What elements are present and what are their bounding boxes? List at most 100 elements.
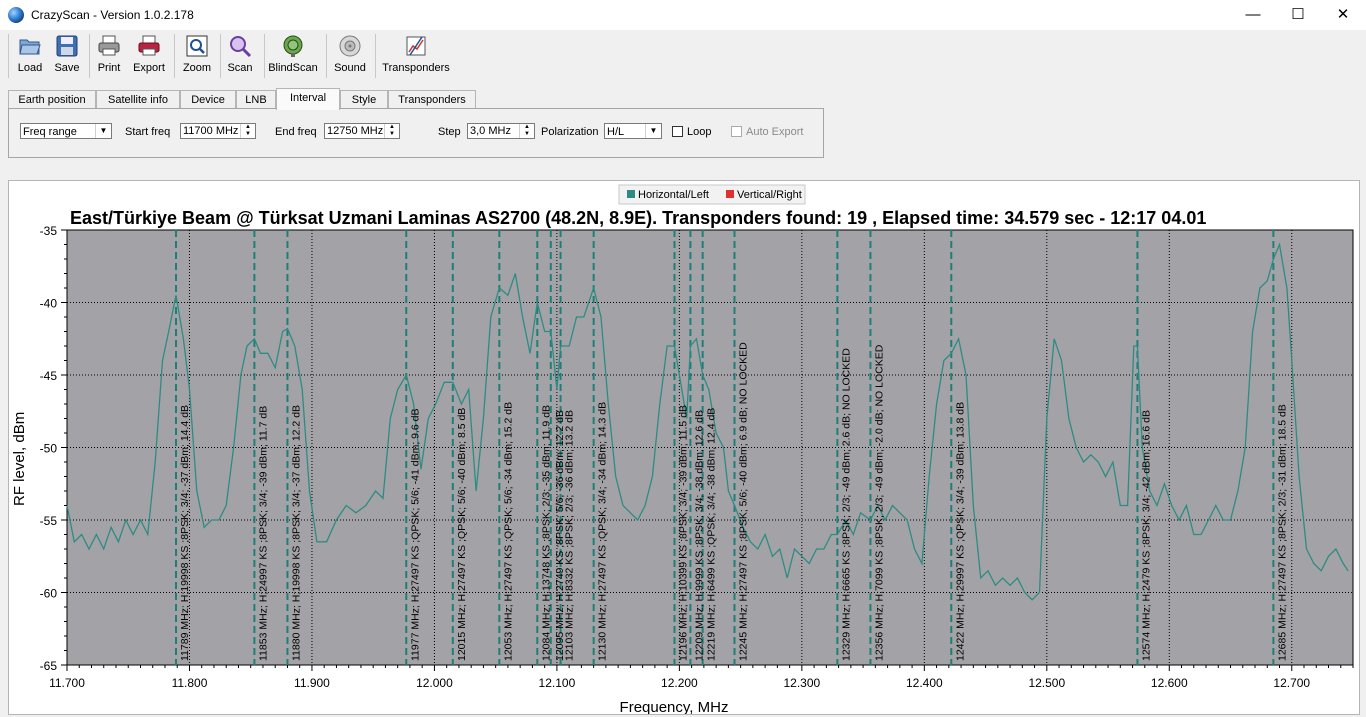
printer-icon (98, 35, 120, 56)
save-button[interactable]: Save (50, 34, 84, 78)
transponder-label: 12130 MHz; H;27497 KS ;QPSK; 3/4; -34 dB… (597, 402, 609, 661)
maximize-button[interactable]: ☐ (1275, 0, 1321, 30)
speaker-icon (339, 35, 361, 57)
spin-arrows-icon[interactable]: ▲ ▼ (519, 124, 534, 138)
tab-transponders[interactable]: Transponders (388, 90, 476, 109)
x-tick-label: 12.100 (539, 676, 576, 690)
x-tick-label: 12.300 (784, 676, 821, 690)
y-tick-label: -55 (40, 514, 58, 528)
load-button[interactable]: Load (12, 34, 48, 78)
spin-arrows-icon[interactable]: ▲ ▼ (240, 124, 255, 138)
y-tick-label: -65 (40, 659, 58, 673)
transponder-label: 12329 MHz; H;6665 KS ;8PSK; 2/3; -49 dBm… (840, 348, 852, 661)
print-button[interactable]: Print (92, 34, 126, 78)
title-bar: CrazyScan - Version 1.0.2.178 — ☐ ✕ (0, 0, 1366, 30)
spectrum-chart: Horizontal/Left Vertical/Right East/Türk… (11, 184, 1354, 716)
legend: Horizontal/Left Vertical/Right (618, 184, 806, 205)
start-freq-value: 11700 MHz (183, 125, 239, 137)
toolbar-separator (174, 34, 175, 78)
end-freq-input[interactable]: 12750 MHz ▲ ▼ (324, 123, 400, 139)
transponder-label: 12015 MHz; H;27497 KS ;QPSK; 5/6; -40 dB… (456, 408, 468, 661)
transponder-label: 12356 MHz; H;7099 KS ;8PSK; 2/3; -49 dBm… (873, 344, 885, 661)
toolbar: Load Save Print Export Zoom Scan BlindSc… (0, 30, 1366, 80)
y-tick-label: -60 (40, 587, 58, 601)
auto-export-label: Auto Export (746, 126, 804, 138)
export-printer-icon (138, 35, 160, 56)
start-freq-input[interactable]: 11700 MHz ▲ ▼ (180, 123, 256, 139)
tab-lnb[interactable]: LNB (236, 90, 276, 109)
x-tick-label: 11.900 (294, 676, 330, 690)
chevron-down-icon: ▼ (95, 124, 111, 138)
legend-horizontal-left[interactable]: Horizontal/Left (638, 189, 709, 201)
loop-label: Loop (687, 126, 712, 138)
toolbar-separator (375, 34, 376, 78)
chevron-down-icon: ▼ (645, 124, 661, 138)
legend-swatch-horizontal (627, 190, 635, 198)
spectrum-chart-panel: Horizontal/Left Vertical/Right East/Türk… (8, 180, 1360, 716)
export-button[interactable]: Export (130, 34, 168, 78)
print-label: Print (97, 62, 121, 74)
loop-checkbox[interactable] (672, 126, 683, 137)
start-freq-label: Start freq (125, 126, 171, 138)
sound-button[interactable]: Sound (332, 34, 368, 78)
tab-device[interactable]: Device (180, 90, 236, 109)
step-input[interactable]: 3,0 MHz ▲ ▼ (467, 123, 535, 139)
window-title: CrazyScan - Version 1.0.2.178 (31, 8, 194, 22)
tab-style[interactable]: Style (340, 90, 388, 109)
satellite-dish-icon (283, 35, 303, 57)
blindscan-label: BlindScan (268, 62, 318, 74)
transponder-label: 12053 MHz; H;27497 KS ;QPSK; 5/6; -34 dB… (502, 402, 514, 661)
x-tick-label: 11.800 (172, 676, 208, 690)
tab-satellite-info[interactable]: Satellite info (96, 90, 180, 109)
minimize-button[interactable]: — (1230, 0, 1276, 30)
zoom-icon (186, 35, 208, 57)
auto-export-checkbox[interactable] (731, 126, 742, 137)
x-tick-label: 12.000 (416, 676, 453, 690)
transponders-label: Transponders (382, 62, 450, 74)
transponder-label: 12685 MHz; H;27497 KS ;8PSK; 2/3; -31 dB… (1276, 404, 1288, 661)
toolbar-separator (220, 34, 221, 78)
legend-swatch-vertical (726, 190, 734, 198)
range-mode-select[interactable]: Freq range ▼ (20, 123, 112, 139)
transponders-button[interactable]: Transponders (380, 34, 452, 78)
transponder-label: 12084 MHz; H;13748 KS ;8PSK; 2/3; -35 dB… (540, 405, 552, 661)
x-tick-label: 12.200 (661, 676, 698, 690)
settings-tabs: Earth position Satellite info Device LNB… (0, 88, 830, 110)
transponder-label: 12196 MHz; H;10399 KS ;8PSK; 3/4; -39 dB… (677, 405, 689, 661)
blindscan-button[interactable]: BlindScan (268, 34, 318, 78)
legend-vertical-right[interactable]: Vertical/Right (737, 189, 802, 201)
scan-label: Scan (227, 62, 253, 74)
close-button[interactable]: ✕ (1320, 0, 1366, 30)
tab-earth-position[interactable]: Earth position (8, 90, 96, 109)
transponder-label: 12574 MHz; H;2479 KS ;8PSK; 3/4; -42 dBm… (1140, 410, 1152, 661)
chart-pencil-icon (406, 36, 426, 56)
export-label: Export (133, 62, 165, 74)
polarization-select[interactable]: H/L ▼ (604, 123, 662, 139)
transponder-label: 11880 MHz; H;19998 KS ;8PSK; 3/4; -37 dB… (290, 405, 302, 661)
interval-panel: Freq range ▼ Start freq 11700 MHz ▲ ▼ End… (8, 108, 824, 158)
folder-open-icon (19, 39, 41, 55)
transponder-label: 12103 MHz; H;8332 KS ;8PSK; 2/3; -36 dBm… (564, 410, 576, 661)
scan-button[interactable]: Scan (224, 34, 256, 78)
y-tick-label: -45 (40, 369, 58, 383)
floppy-disk-icon (56, 35, 78, 57)
x-tick-label: 12.500 (1028, 676, 1065, 690)
save-label: Save (54, 62, 80, 74)
transponder-label: 11789 MHz; H;19998 KS ;8PSK; 3/4; -37 dB… (179, 405, 191, 661)
zoom-button[interactable]: Zoom (180, 34, 214, 78)
load-label: Load (17, 62, 43, 74)
y-tick-label: -35 (40, 224, 58, 238)
transponder-label: 12209 MHz; H;9999 KS ;8PSK; 3/4; -38 dBm… (693, 410, 705, 661)
y-axis-label: RF level, dBm (11, 412, 28, 506)
y-tick-label: -50 (40, 442, 58, 456)
sound-label: Sound (334, 62, 366, 74)
toolbar-separator (264, 34, 265, 78)
tab-interval[interactable]: Interval (276, 88, 340, 110)
end-freq-value: 12750 MHz (327, 125, 384, 137)
polarization-value: H/L (607, 126, 625, 138)
spin-arrows-icon[interactable]: ▲ ▼ (384, 124, 399, 138)
toolbar-separator (8, 34, 9, 78)
x-axis-label: Frequency, MHz (620, 699, 729, 714)
zoom-label: Zoom (182, 62, 212, 74)
transponder-label: 12422 MHz; H;29997 KS ;QPSK; 3/4; -39 dB… (954, 402, 966, 661)
